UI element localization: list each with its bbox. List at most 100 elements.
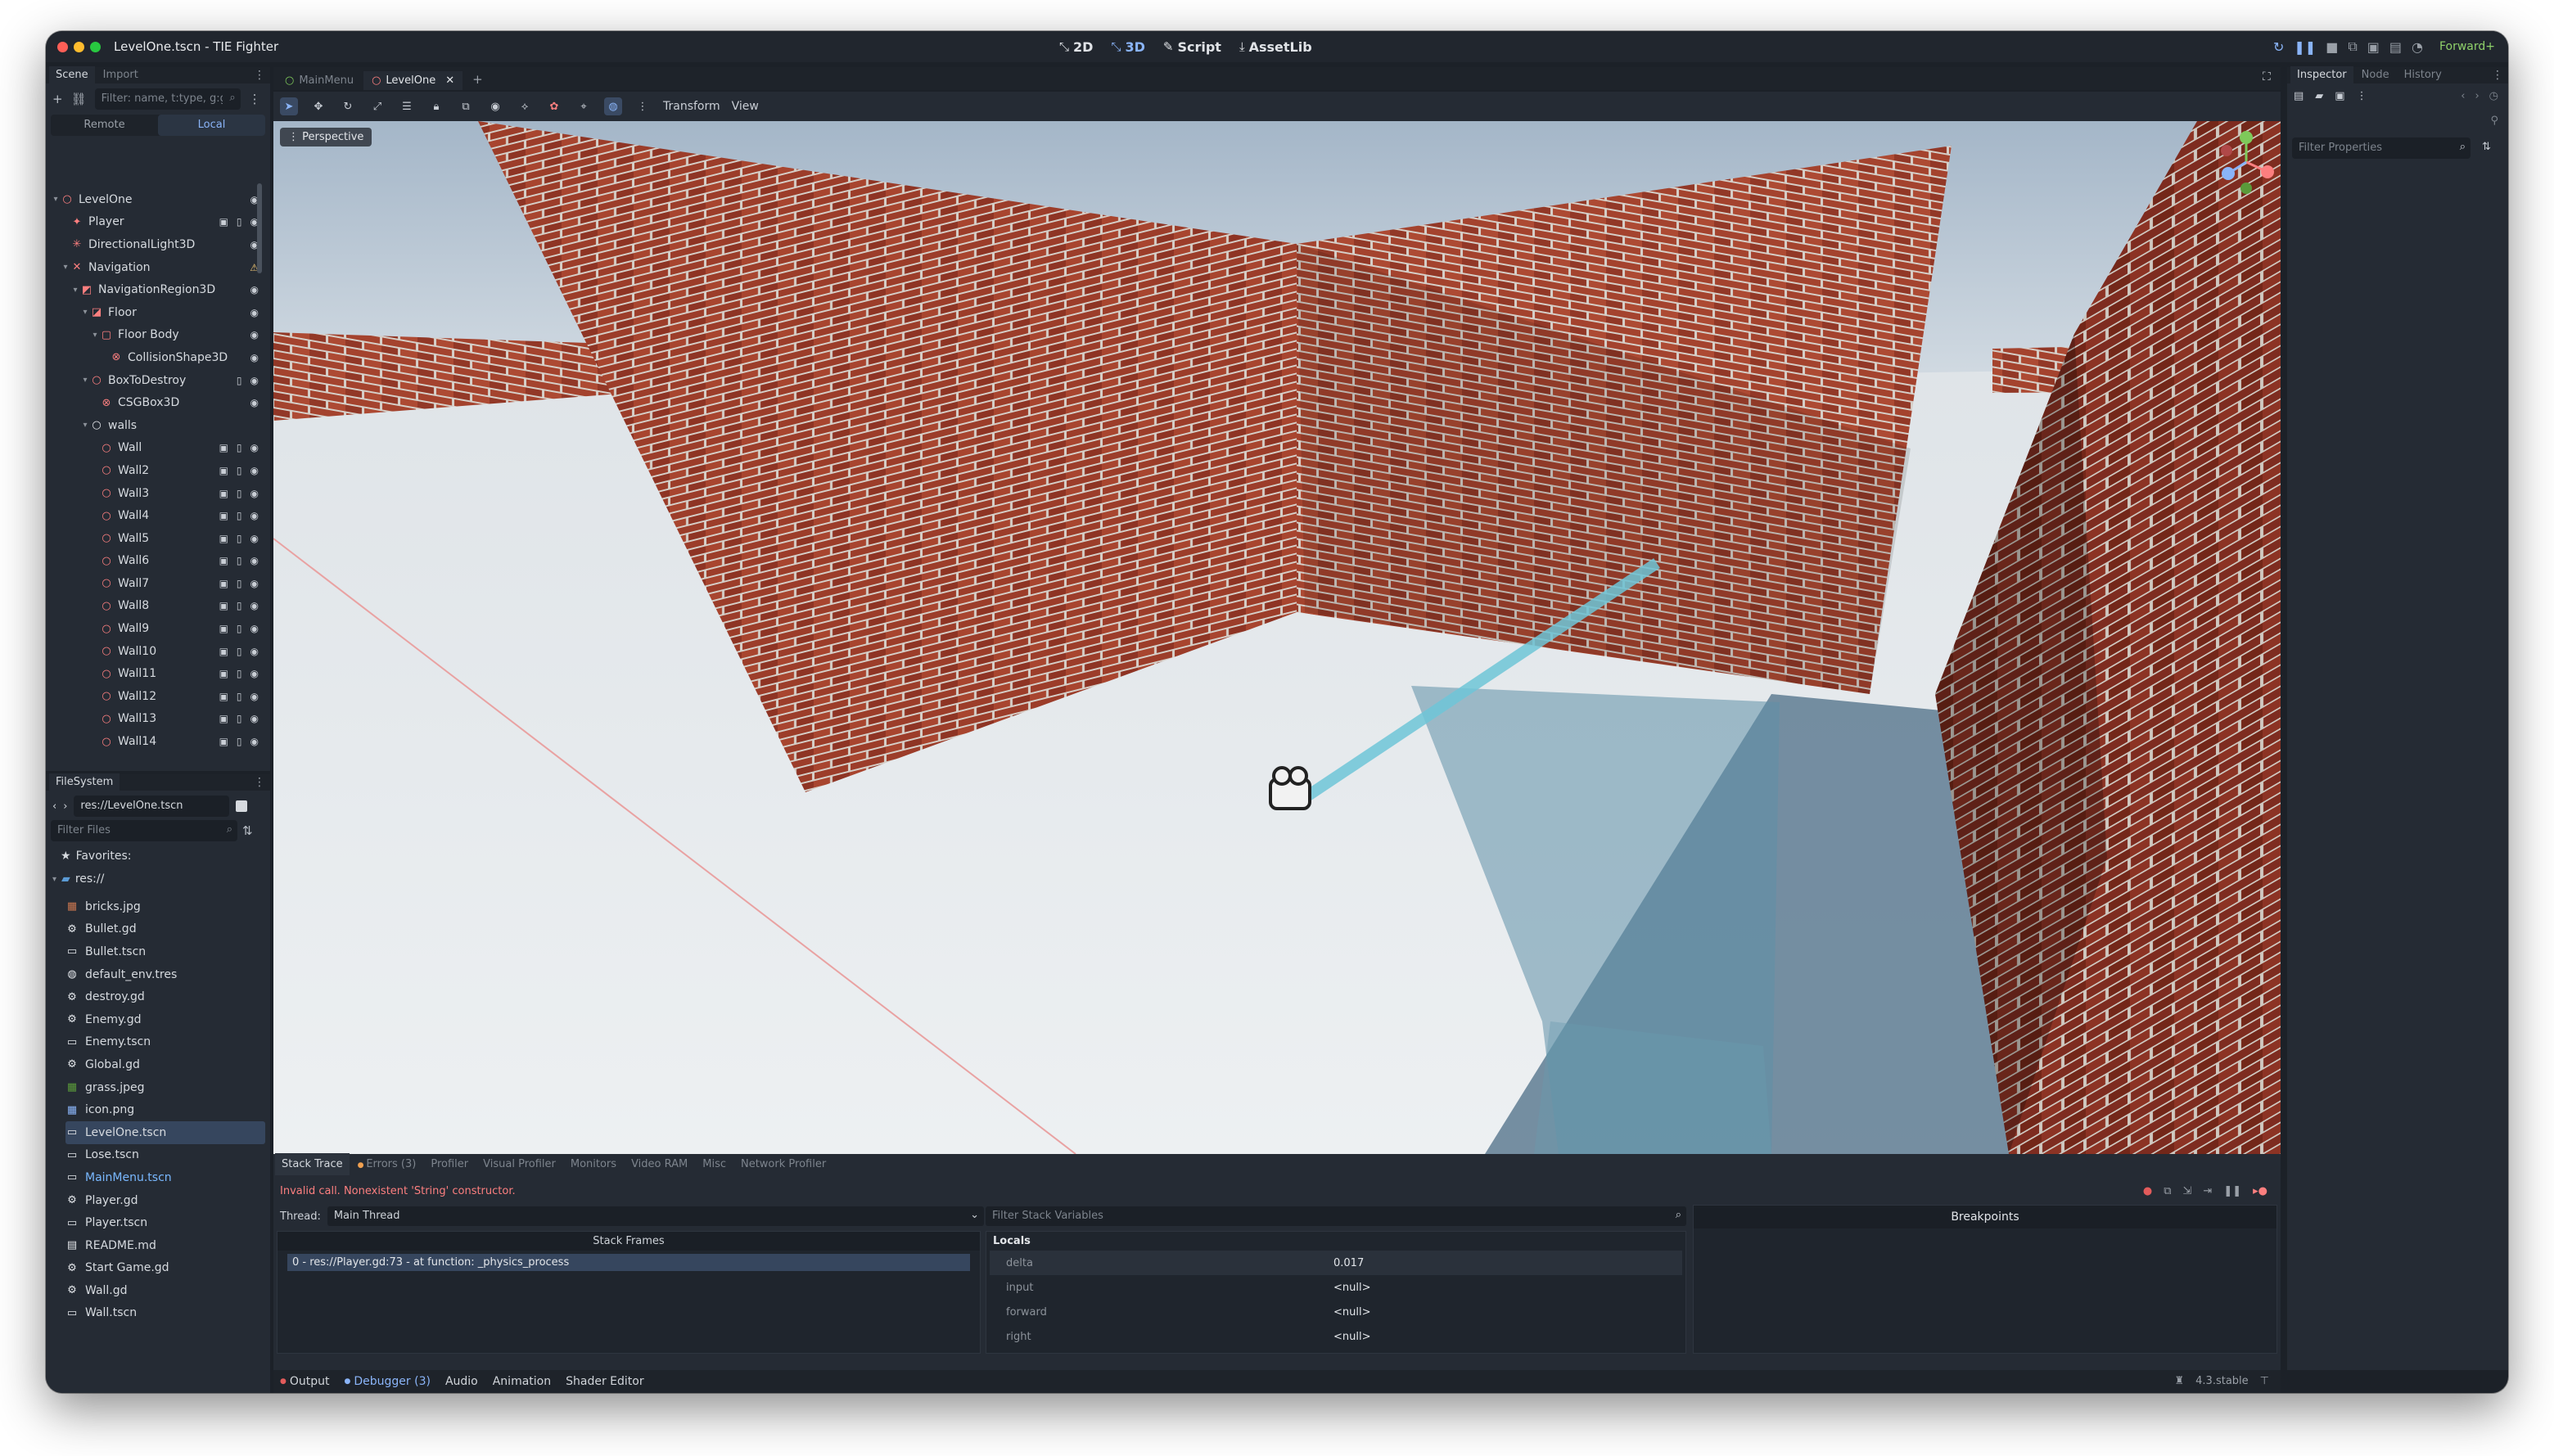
debugger-tab[interactable]: Network Profiler [734,1153,833,1175]
visibility-eye-icon[interactable]: ◉ [250,397,259,408]
save-resource-icon[interactable]: ▣ [2335,90,2344,102]
filesystem-menu-icon[interactable]: ⋮ [254,776,265,789]
remote-button[interactable]: Remote [51,115,158,136]
group-icon[interactable]: ▣ [219,488,228,499]
select-tool-icon[interactable]: ➤ [280,97,298,115]
object-properties-icon[interactable]: ⚲ [2490,115,2498,127]
reload-icon[interactable]: ↻ [2273,39,2284,55]
tree-node[interactable]: ○ Wall6 ▣ ▯ ◉ [49,550,267,573]
group-icon[interactable]: ⧉ [457,97,475,115]
tree-node[interactable]: ○ Wall9 ▣ ▯ ◉ [49,617,267,640]
list-select-icon[interactable]: ☰ [398,97,416,115]
script-icon[interactable]: ▯ [237,465,242,476]
visibility-eye-icon[interactable]: ◉ [250,375,259,386]
stack-vars-filter[interactable]: Filter Stack Variables ⌕ [986,1206,1686,1226]
path-field[interactable]: res://LevelOne.tscn [74,796,230,817]
tree-node[interactable]: ⊗ CSGBox3D ◉ [49,391,267,414]
chevron-down-icon[interactable]: ▾ [51,195,61,204]
step-into-icon[interactable]: ⇲ [2183,1185,2192,1197]
view-menu[interactable]: View [732,100,759,113]
visibility-eye-icon[interactable]: ◉ [250,600,259,611]
file-item[interactable]: ▭ Wall.tscn [65,1302,265,1325]
scale-tool-icon[interactable]: ⤢ [368,97,386,115]
script-icon[interactable]: ▯ [237,488,242,499]
script-icon[interactable]: ▯ [237,510,242,521]
script-icon[interactable]: ▯ [237,375,242,386]
tree-node[interactable]: ○ Wall10 ▣ ▯ ◉ [49,640,267,663]
visibility-eye-icon[interactable]: ◉ [250,533,259,544]
sort-icon[interactable]: ⇅ [242,823,253,838]
inspector-menu-icon[interactable]: ⋮ [2492,69,2503,82]
version-label[interactable]: 4.3.stable [2195,1375,2249,1387]
group-icon[interactable]: ▣ [219,600,228,611]
script-icon[interactable]: ▯ [237,668,242,679]
files-filter-input[interactable]: Filter Files ⌕ [51,820,237,841]
scene-tab[interactable]: ○ MainMenu [277,71,362,90]
snap-icon[interactable]: ⟡ [516,97,534,115]
script-icon[interactable]: ▯ [237,555,242,566]
tree-node[interactable]: ○ Wall13 ▣ ▯ ◉ [49,708,267,731]
stack-frame-row[interactable]: 0 - res://Player.gd:73 - at function: _p… [287,1254,970,1271]
script-icon[interactable]: ▯ [237,216,242,228]
local-space-icon[interactable]: ◉ [486,97,504,115]
debugger-tab[interactable]: Misc [696,1153,733,1175]
scene-tab[interactable]: ○ LevelOne ✕ [363,71,463,90]
tree-node[interactable]: ▾ ○ walls [49,414,267,437]
break-icon[interactable]: ❚❚ [2223,1185,2241,1197]
visibility-eye-icon[interactable]: ◉ [250,329,259,340]
tree-node[interactable]: ▾ ◪ Floor ◉ [49,301,267,324]
file-item[interactable]: ⚙ Wall.gd [65,1279,265,1302]
file-item[interactable]: ⚙ Bullet.gd [65,918,265,941]
continue-icon[interactable]: ▸● [2253,1185,2267,1197]
tree-node[interactable]: ○ Wall5 ▣ ▯ ◉ [49,527,267,550]
transform-menu[interactable]: Transform [663,100,720,113]
environment-icon[interactable]: ◍ [604,97,622,115]
forward-icon[interactable]: › [63,800,67,813]
script-icon[interactable]: ▯ [237,442,242,453]
favorites[interactable]: ★ Favorites: [61,850,132,863]
thread-select[interactable]: Main Thread ⌄ [327,1206,984,1226]
tree-node[interactable]: ○ Wall11 ▣ ▯ ◉ [49,662,267,685]
file-item[interactable]: ⚙ Global.gd [65,1053,265,1076]
tab-import[interactable]: Import [97,66,145,83]
tree-node[interactable]: ○ Wall3 ▣ ▯ ◉ [49,482,267,505]
group-icon[interactable]: ▣ [219,442,228,453]
file-item[interactable]: ▭ LevelOne.tscn [65,1120,265,1144]
scene-filter-input[interactable]: Filter: name, t:type, g:group ⌕ [94,88,241,110]
add-scene-tab-icon[interactable]: + [464,69,491,90]
chevron-down-icon[interactable]: ▾ [80,376,90,385]
run-scene-icon[interactable]: ▤ [2389,39,2402,55]
forward-icon[interactable]: › [2475,90,2479,102]
file-item[interactable]: ▭ Lose.tscn [65,1144,265,1167]
visibility-eye-icon[interactable]: ◉ [250,578,259,589]
chevron-down-icon[interactable]: ▾ [80,308,90,317]
group-icon[interactable]: ▣ [219,623,228,634]
chevron-down-icon[interactable]: ▾ [61,263,70,272]
visibility-eye-icon[interactable]: ◉ [250,284,259,295]
tree-node[interactable]: ⊗ CollisionShape3D ◉ [49,346,267,369]
split-view-icon[interactable] [236,800,248,812]
tab-filesystem[interactable]: FileSystem [49,773,120,791]
inspector-tab[interactable]: History [2398,66,2448,83]
local-var-row[interactable]: delta 0.017 [990,1251,1682,1275]
stop-icon[interactable]: ■ [2326,39,2338,55]
tree-node[interactable]: ○ Wall8 ▣ ▯ ◉ [49,595,267,618]
3d-viewport[interactable]: ⋮ Perspective [273,121,2281,1154]
tree-node[interactable]: ○ Wall14 ▣ ▯ ◉ [49,730,267,753]
debugger-tab[interactable]: Monitors [564,1153,623,1175]
debugger-tab[interactable]: Stack Trace [275,1153,350,1175]
debugger-tab[interactable]: ● Errors (3) [351,1153,423,1175]
visibility-eye-icon[interactable]: ◉ [250,668,259,679]
record-icon[interactable]: ● [2143,1185,2152,1197]
lock-icon[interactable]: 🔒︎ [427,97,445,115]
tree-node[interactable]: ○ Wall4 ▣ ▯ ◉ [49,504,267,527]
debugger-tab[interactable]: Video RAM [625,1153,694,1175]
visibility-eye-icon[interactable]: ◉ [250,713,259,724]
file-item[interactable]: ▤ README.md [65,1234,265,1257]
inspector-sort-icon[interactable]: ⇅ [2482,141,2491,153]
script-icon[interactable]: ▯ [237,623,242,634]
scene-options-icon[interactable]: ⋮ [249,92,261,106]
tree-node[interactable]: ○ Wall7 ▣ ▯ ◉ [49,572,267,595]
file-item[interactable]: ▭ Bullet.tscn [65,940,265,963]
local-var-row[interactable]: forward <null> [990,1300,1682,1324]
